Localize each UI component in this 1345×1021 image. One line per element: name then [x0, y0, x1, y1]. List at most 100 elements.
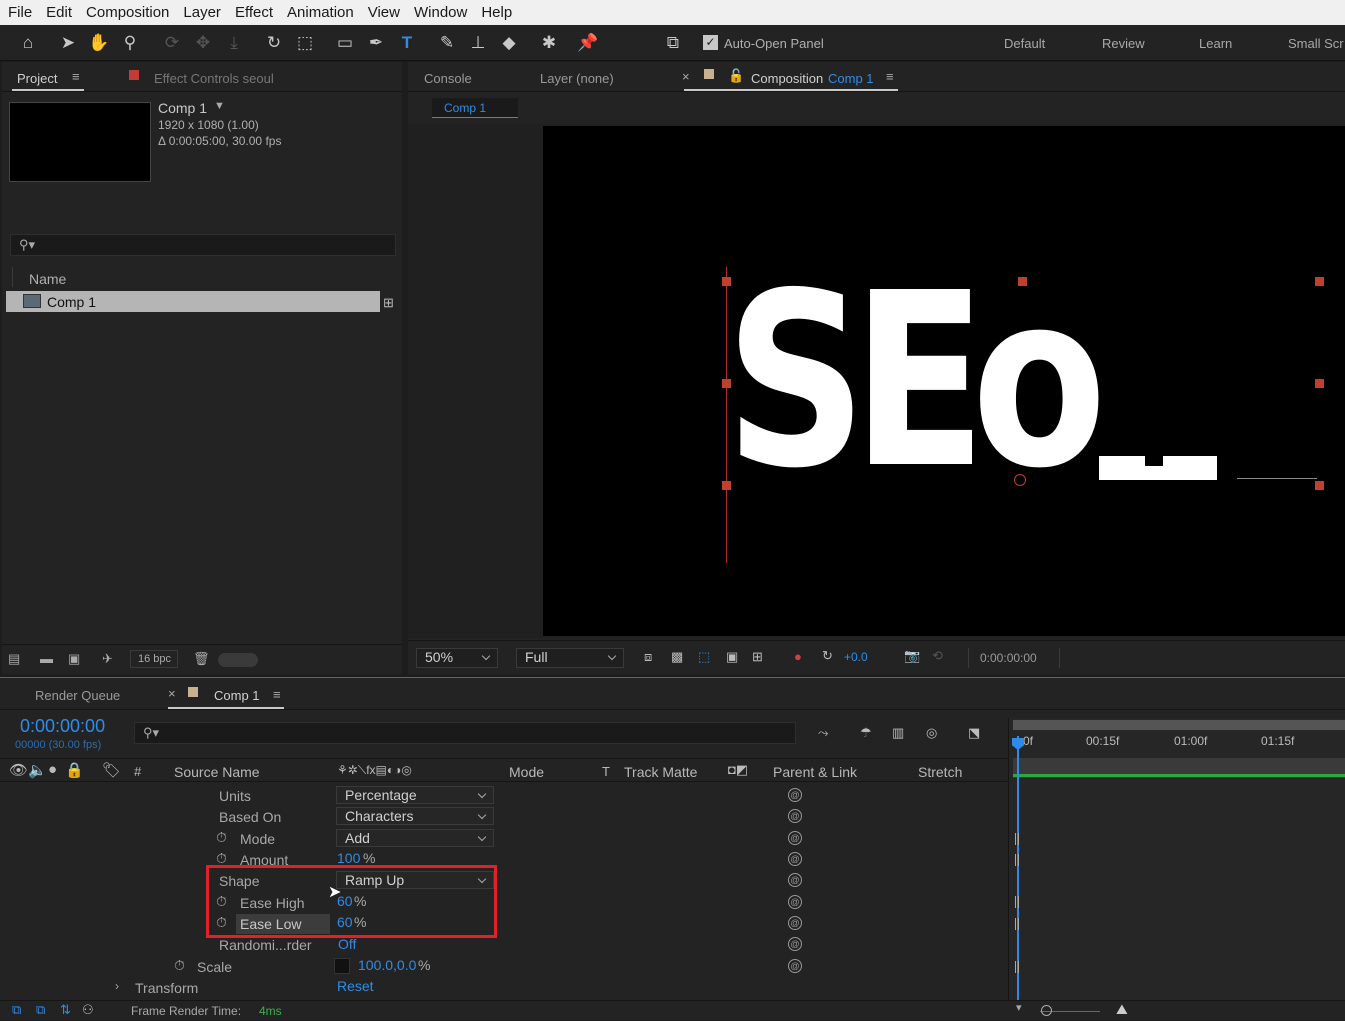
zoom-slider-thumb[interactable]: [1041, 1005, 1052, 1016]
snapping-icon[interactable]: ⧉: [661, 31, 685, 55]
transform-handle[interactable]: [1315, 481, 1324, 490]
panel-menu-icon[interactable]: ≡: [886, 69, 894, 84]
layer-switches-icon[interactable]: ⧉: [12, 1002, 21, 1018]
viewer-timecode[interactable]: 0:00:00:00: [968, 648, 1060, 668]
rectangle-tool-icon[interactable]: ▭: [333, 31, 357, 55]
expand-arrow-icon[interactable]: ›: [115, 979, 119, 993]
column-parent-link[interactable]: Parent & Link: [773, 764, 857, 780]
tab-layer[interactable]: Layer (none): [540, 71, 614, 86]
project-item-comp1[interactable]: Comp 1: [6, 291, 380, 312]
transfer-controls-icon[interactable]: ⧉: [36, 1002, 45, 1018]
pick-whip-icon[interactable]: @: [788, 831, 802, 845]
keyframe-marker[interactable]: [1015, 961, 1019, 973]
tab-comp1[interactable]: Comp 1: [214, 688, 260, 703]
keyframe-marker[interactable]: [1015, 833, 1019, 845]
label-icon[interactable]: 🏷: [102, 761, 121, 779]
transparency-grid-icon[interactable]: ▩: [671, 649, 683, 665]
pan-behind-tool-icon[interactable]: ⬚: [293, 31, 317, 55]
pick-whip-icon[interactable]: @: [788, 852, 802, 866]
transform-reset-link[interactable]: Reset: [337, 978, 374, 994]
orbit-tool-icon[interactable]: ⟳: [160, 31, 184, 55]
stopwatch-icon[interactable]: ⏱: [216, 829, 227, 846]
based-on-select[interactable]: Characters: [336, 807, 494, 825]
snapshot-icon[interactable]: 📷: [904, 648, 920, 664]
menu-file[interactable]: File: [8, 4, 32, 21]
graph-editor-icon[interactable]: ⬔: [968, 725, 980, 741]
zoom-out-icon[interactable]: ▾: [1016, 1001, 1022, 1014]
transform-handle[interactable]: [1315, 277, 1324, 286]
brush-tool-icon[interactable]: ✎: [435, 31, 459, 55]
tab-render-queue[interactable]: Render Queue: [35, 688, 120, 703]
timeline-search-input[interactable]: ⚲▾: [134, 722, 796, 744]
pick-whip-icon[interactable]: @: [788, 809, 802, 823]
resolution-select[interactable]: Full: [516, 648, 624, 668]
bit-depth-button[interactable]: 16 bpc: [130, 650, 178, 668]
flowchart-icon[interactable]: ⊞: [383, 295, 394, 311]
close-icon[interactable]: ×: [168, 686, 176, 701]
keyframe-marker[interactable]: [1015, 896, 1019, 908]
render-time-icon[interactable]: ⚇: [82, 1002, 94, 1018]
region-of-interest-icon[interactable]: ▣: [726, 649, 738, 665]
menu-edit[interactable]: Edit: [46, 4, 72, 21]
tab-project[interactable]: Project: [17, 71, 57, 86]
lock-icon[interactable]: 🔓: [728, 68, 744, 84]
timeline-graph[interactable]: 0f 00:15f 01:00f 01:15f: [1008, 718, 1345, 1000]
randomize-order-value[interactable]: Off: [338, 936, 356, 952]
comp-flowchart-icon[interactable]: ⤳: [818, 725, 828, 741]
interpret-footage-icon[interactable]: ▤: [8, 651, 20, 667]
close-icon[interactable]: ×: [682, 69, 690, 84]
eye-icon[interactable]: 👁: [9, 761, 28, 779]
clone-stamp-tool-icon[interactable]: ⊥: [466, 31, 490, 55]
breadcrumb[interactable]: Comp 1: [432, 98, 518, 118]
dolly-tool-icon[interactable]: ⤓: [222, 31, 246, 55]
pick-whip-icon[interactable]: @: [788, 873, 802, 887]
tab-composition-name[interactable]: Comp 1: [828, 71, 874, 86]
panel-menu-icon[interactable]: ≡: [72, 69, 80, 84]
grid-guides-icon[interactable]: ⊞: [752, 649, 763, 665]
solo-icon[interactable]: ●: [48, 761, 57, 778]
current-time[interactable]: 0:00:00:00: [20, 716, 105, 737]
tab-effect-controls[interactable]: Effect Controls seoul: [154, 71, 274, 86]
viewer-area[interactable]: SEo: [408, 124, 1345, 638]
anchor-point-icon[interactable]: [1014, 474, 1026, 486]
fast-preview-icon[interactable]: ⧈: [644, 649, 652, 665]
trash-icon[interactable]: 🗑: [193, 651, 210, 667]
pick-whip-icon[interactable]: @: [788, 937, 802, 951]
workspace-learn[interactable]: Learn: [1199, 36, 1232, 51]
keyframe-marker[interactable]: [1015, 918, 1019, 930]
time-ruler[interactable]: 0f 00:15f 01:00f 01:15f: [1009, 730, 1345, 758]
amount-value[interactable]: 100: [337, 850, 360, 866]
work-area-bar[interactable]: [1013, 720, 1345, 730]
stopwatch-icon[interactable]: ⏱: [174, 957, 185, 974]
workspace-default[interactable]: Default: [1004, 36, 1045, 51]
menu-effect[interactable]: Effect: [235, 4, 273, 21]
menu-layer[interactable]: Layer: [183, 4, 221, 21]
puppet-pin-tool-icon[interactable]: 📌: [576, 31, 600, 55]
zoom-in-icon[interactable]: ⛰: [1116, 1001, 1128, 1018]
project-search-input[interactable]: ⚲▾: [10, 234, 396, 256]
type-tool-icon[interactable]: T: [395, 31, 419, 55]
units-select[interactable]: Percentage: [336, 786, 494, 804]
rotate-tool-icon[interactable]: ↻: [262, 31, 286, 55]
menu-animation[interactable]: Animation: [287, 4, 354, 21]
audio-icon[interactable]: 🔈: [28, 761, 47, 779]
tab-console[interactable]: Console: [424, 71, 472, 86]
column-track-matte[interactable]: Track Matte: [624, 764, 697, 780]
menu-composition[interactable]: Composition: [86, 4, 169, 21]
motion-blur-icon[interactable]: ◎: [926, 725, 937, 741]
menu-view[interactable]: View: [368, 4, 400, 21]
mode-select[interactable]: Add: [336, 829, 494, 847]
new-composition-icon[interactable]: ▣: [68, 651, 80, 667]
text-layer-seoul[interactable]: SEo: [725, 261, 1107, 501]
panel-menu-icon[interactable]: ≡: [273, 687, 281, 702]
transform-handle[interactable]: [1315, 379, 1324, 388]
reset-exposure-icon[interactable]: ↻: [822, 648, 833, 664]
auto-open-checkbox[interactable]: ✓: [703, 35, 718, 50]
column-mode[interactable]: Mode: [509, 764, 544, 780]
thumbnail-slider[interactable]: [218, 653, 258, 667]
workspace-small-screen[interactable]: Small Scr: [1288, 36, 1344, 51]
frame-blending-icon[interactable]: ▥: [892, 725, 904, 741]
shy-layers-icon[interactable]: ☂: [860, 725, 872, 741]
column-t[interactable]: T: [602, 764, 610, 779]
new-folder-icon[interactable]: ▬: [40, 651, 53, 666]
